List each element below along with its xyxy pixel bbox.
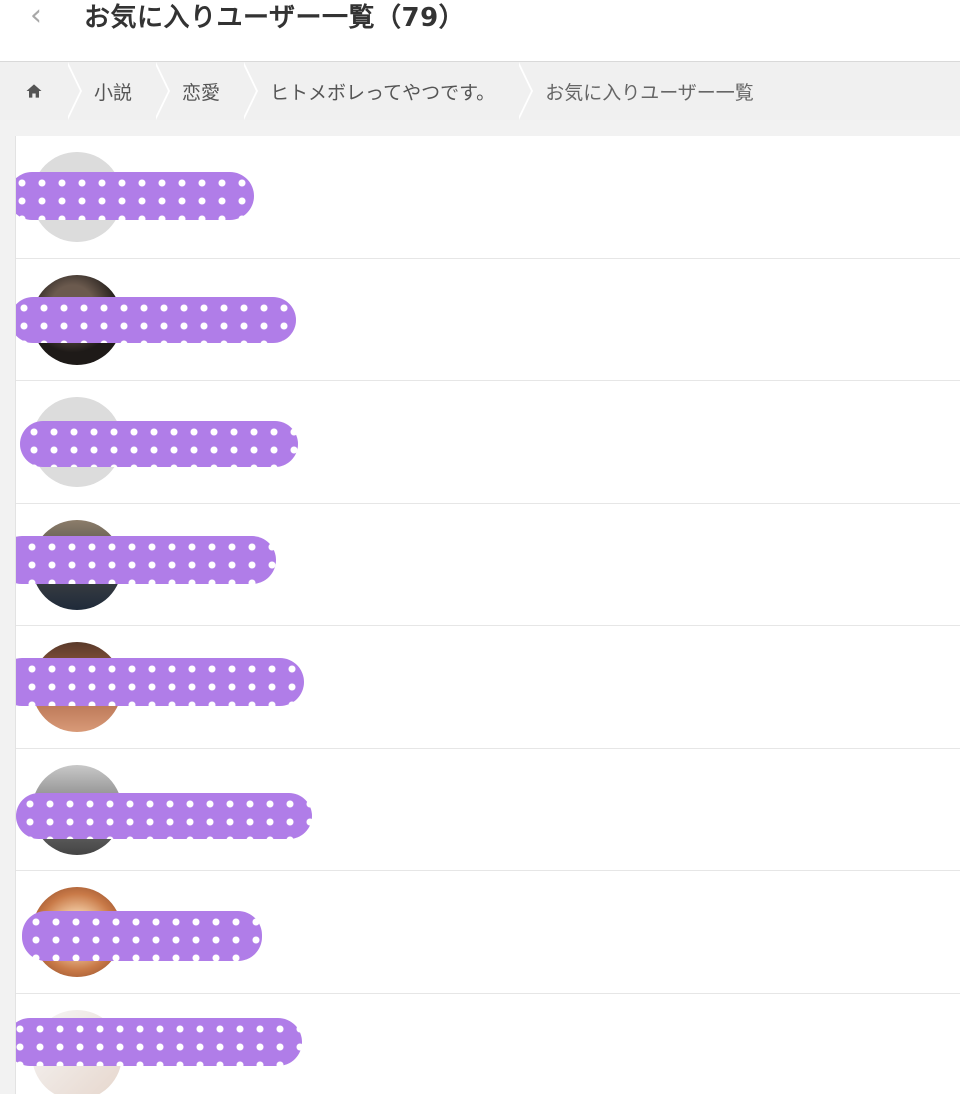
breadcrumb-item-current: お気に入りユーザー一覧 [517, 62, 776, 120]
chevron-left-icon: ‹ [30, 0, 42, 33]
back-button[interactable]: ‹ [18, 0, 54, 34]
redaction-mark [16, 172, 254, 220]
breadcrumb-label: 恋愛 [182, 81, 221, 104]
user-row[interactable] [16, 136, 960, 259]
breadcrumb-home[interactable] [0, 62, 82, 120]
user-row[interactable] [16, 504, 960, 626]
user-row[interactable] [16, 259, 960, 381]
redaction-mark [16, 296, 296, 343]
user-row[interactable] [16, 871, 960, 994]
breadcrumb-label: お気に入りユーザー一覧 [545, 81, 754, 104]
redaction-mark [16, 1017, 302, 1066]
redaction-mark [20, 421, 298, 467]
home-icon [26, 84, 42, 98]
breadcrumb-label: ヒトメボレってやつです。 [270, 81, 496, 104]
redaction-mark [16, 658, 304, 706]
breadcrumb-item-work[interactable]: ヒトメボレってやつです。 [242, 62, 534, 120]
redaction-mark [16, 535, 276, 584]
page-title: お気に入りユーザー一覧（79） [84, 3, 466, 33]
favorite-users-list [15, 136, 960, 1094]
redaction-mark [16, 792, 312, 839]
user-row[interactable] [16, 626, 960, 749]
user-row[interactable] [16, 381, 960, 504]
user-row[interactable] [16, 994, 960, 1094]
redaction-mark [22, 911, 262, 961]
app-header: ‹ お気に入りユーザー一覧（79） [0, 0, 960, 62]
breadcrumb: 小説 恋愛 ヒトメボレってやつです。 お気に入りユーザー一覧 [0, 62, 960, 120]
breadcrumb-label: 小説 [94, 81, 133, 104]
user-row[interactable] [16, 749, 960, 871]
